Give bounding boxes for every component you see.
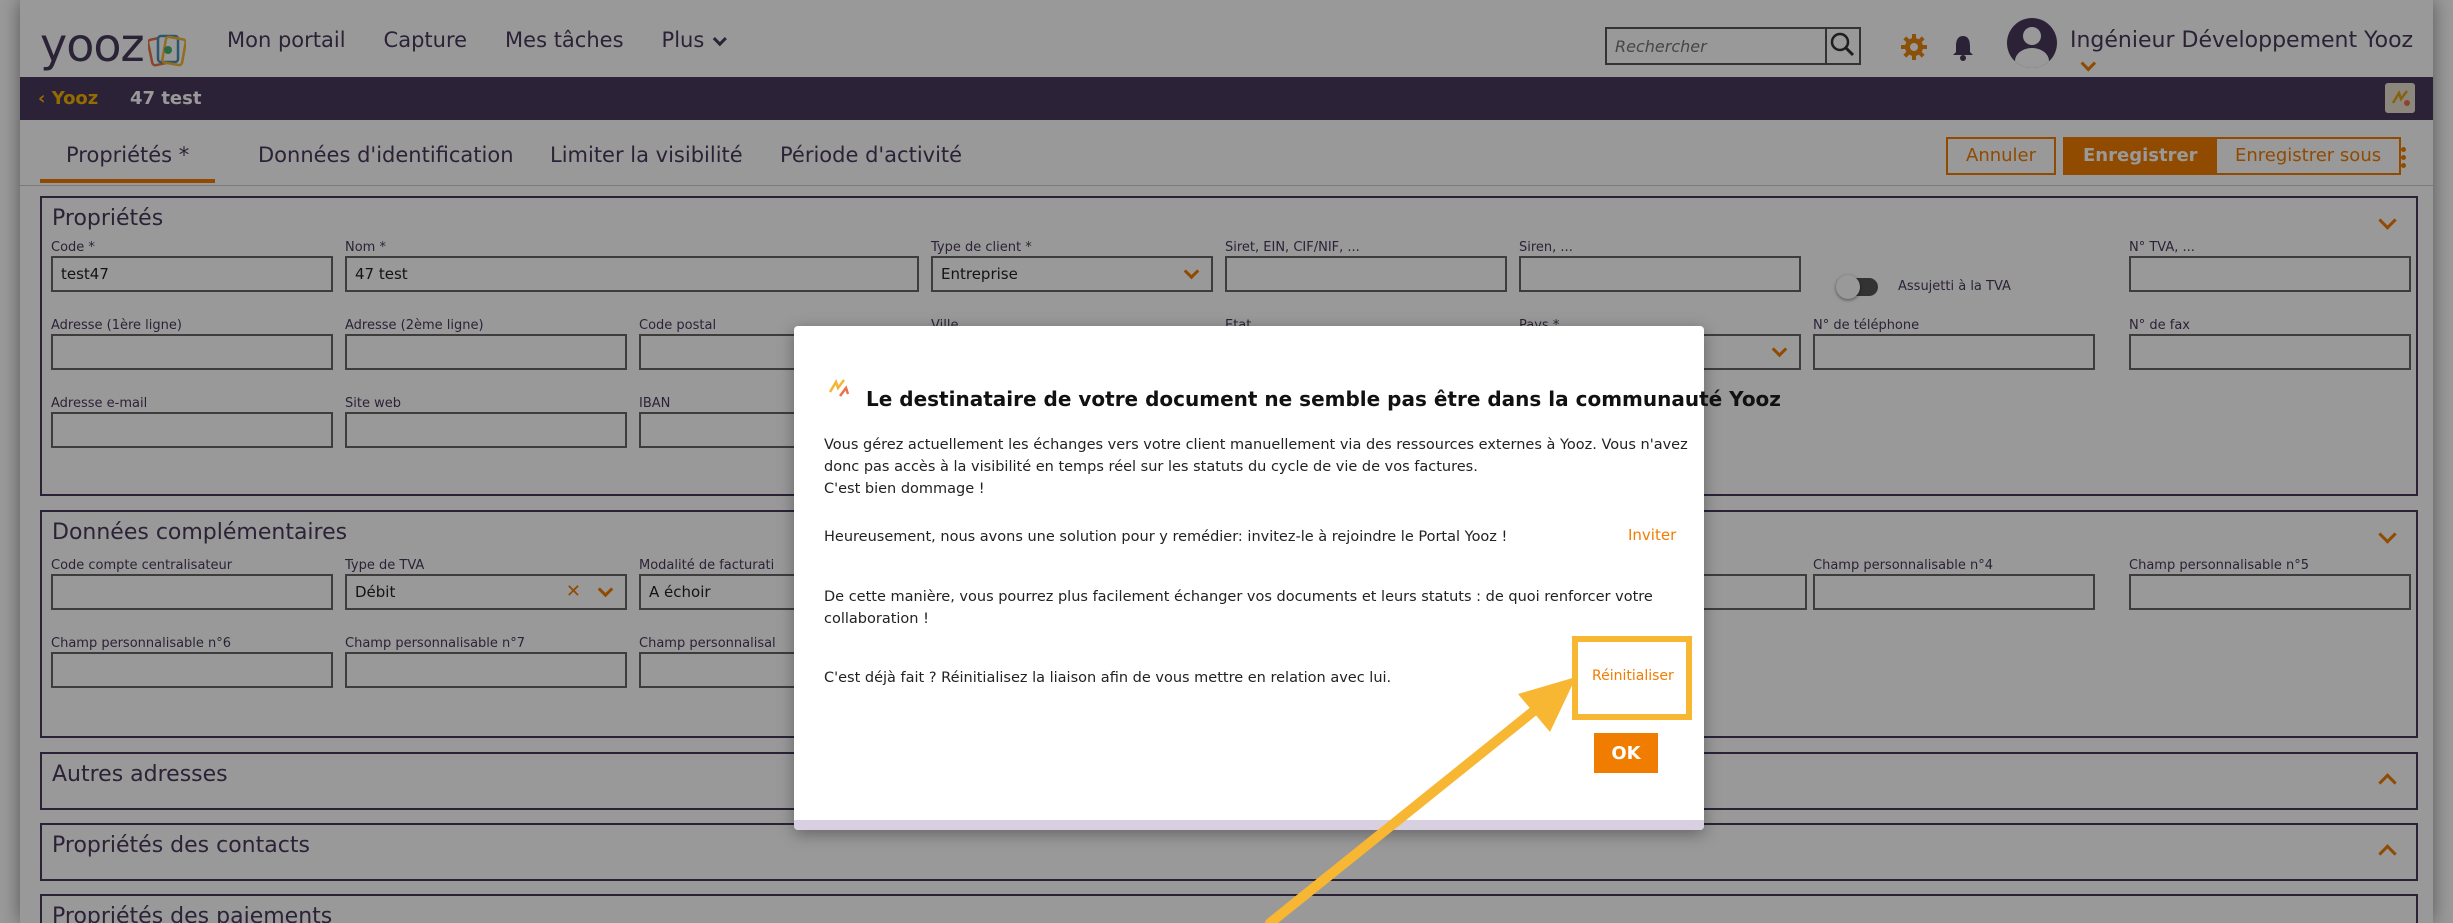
annotation-arrow [1265, 677, 1576, 923]
app-page: yooz Mon portail Capture Mes tâches Plus [20, 0, 2433, 923]
